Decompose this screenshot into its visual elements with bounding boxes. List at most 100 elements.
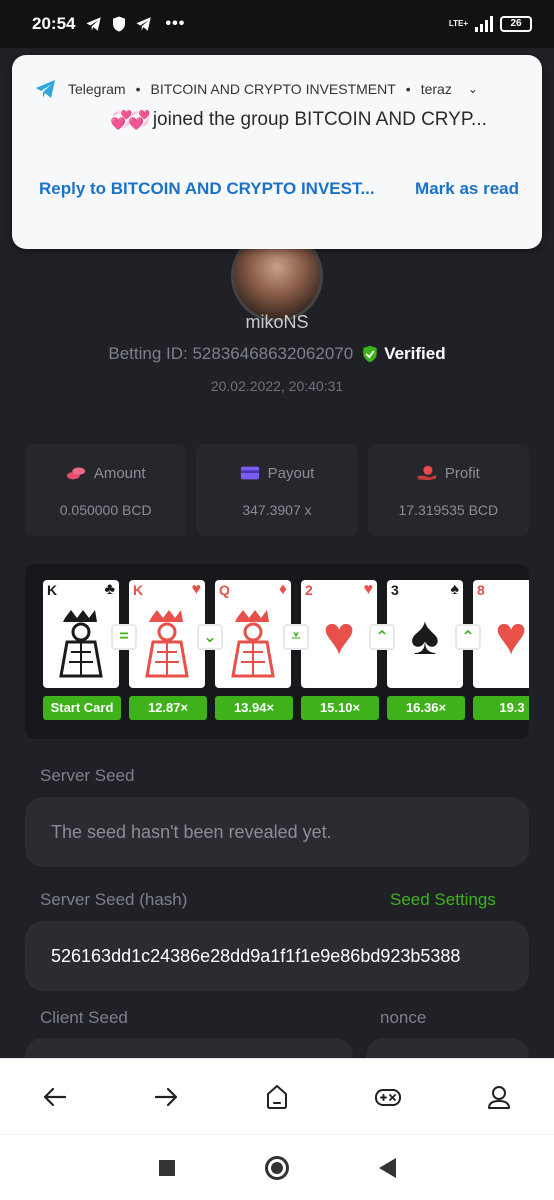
gamepad-icon <box>374 1088 401 1106</box>
stats-row: Amount 0.050000 BCD Payout 347.3907 x Pr… <box>25 444 529 536</box>
forward-button[interactable] <box>146 1077 186 1117</box>
card-center-suit-icon: ♠ <box>410 606 440 666</box>
face-card-figure-icon <box>137 608 197 678</box>
amount-value: 0.050000 BCD <box>59 502 152 518</box>
user-icon <box>487 1085 510 1109</box>
face-card-figure-icon <box>51 608 111 678</box>
profit-value: 17.319535 BCD <box>398 502 499 518</box>
bottom-navigation <box>0 1058 554 1134</box>
card-rank: 3 <box>391 582 399 598</box>
notification-body: 💞💞 joined the group BITCOIN AND CRYP... <box>110 109 487 131</box>
card-rank: 8 <box>477 582 485 598</box>
payout-stat: Payout 347.3907 x <box>196 444 358 536</box>
separator-dot: • <box>405 81 411 97</box>
multiplier-badge: 19.3 <box>473 696 529 720</box>
telegram-icon <box>136 17 152 31</box>
reply-button[interactable]: Reply to BITCOIN AND CRYPTO INVEST... <box>39 179 375 199</box>
card-suit-icon: ♠ <box>450 581 460 598</box>
server-seed-field: The seed hasn't been revealed yet. <box>25 797 529 867</box>
multiplier-badge: Start Card <box>43 696 121 720</box>
telegram-icon <box>86 17 102 31</box>
multiplier-badge: 16.36× <box>387 696 465 720</box>
multiplier-badge: 13.94× <box>215 696 293 720</box>
betting-id: Betting ID: 52836468632062070 <box>108 344 354 363</box>
playing-card: K ♣ <box>43 580 119 688</box>
card-suit-icon: ♥ <box>191 581 202 598</box>
username: mikoNS <box>245 312 309 332</box>
nonce-label: nonce <box>380 1008 427 1027</box>
card-center-suit-icon: ♥ <box>322 606 356 666</box>
back-button[interactable] <box>35 1077 75 1117</box>
multiplier-badge: 15.10× <box>301 696 379 720</box>
server-seed-label: Server Seed <box>40 766 135 785</box>
guess-direction-icon: ⩡ <box>283 624 309 650</box>
client-seed-label: Client Seed <box>40 1008 128 1027</box>
verified-badge: Verified <box>361 344 446 364</box>
payout-label: Payout <box>267 464 315 482</box>
home-button[interactable] <box>257 1077 297 1117</box>
arrow-left-icon <box>44 1087 67 1106</box>
playing-card: 3 ♠ ♠ <box>387 580 463 688</box>
separator-dot: • <box>135 81 141 97</box>
playing-card: K ♥ <box>129 580 205 688</box>
notification-message: joined the group BITCOIN AND CRYP... <box>152 109 487 130</box>
card-step: K ♣ = Start Card <box>43 580 137 720</box>
guess-direction-icon: ⌃ <box>369 624 395 650</box>
card-track: K ♣ = Start Card K ♥ ⌄ 12.87× Q ♦ ⩡ 13.94× 2 ♥ ♥ ⌃ 15.10… <box>43 580 529 720</box>
status-icons <box>85 15 153 33</box>
card-rank: Q <box>219 582 230 598</box>
card-step: 3 ♠ ♠ ⌃ 16.36× <box>387 580 481 720</box>
telegram-app-icon <box>36 80 55 98</box>
card-rank: K <box>47 582 58 598</box>
expand-chevron-icon[interactable]: ⌄ <box>468 82 478 96</box>
notification-group: BITCOIN AND CRYPTO INVESTMENT <box>150 81 396 97</box>
games-button[interactable] <box>368 1077 408 1117</box>
profit-label: Profit <box>444 464 480 482</box>
server-hash-label: Server Seed (hash) <box>40 890 188 909</box>
more-notifications-icon: ••• <box>165 15 186 32</box>
multiplier-badge: 12.87× <box>129 696 207 720</box>
system-navigation <box>0 1134 554 1200</box>
card-step: 2 ♥ ♥ ⌃ 15.10× <box>301 580 395 720</box>
profit-hand-icon <box>417 465 436 481</box>
card-rank: 2 <box>305 582 313 598</box>
guess-direction-icon: ⌄ <box>197 624 223 650</box>
cards-history[interactable]: K ♣ = Start Card K ♥ ⌄ 12.87× Q ♦ ⩡ 13.94× 2 ♥ ♥ ⌃ 15.10… <box>25 564 529 739</box>
face-card-figure-icon <box>223 608 283 678</box>
network-type: LTE+ <box>448 19 468 28</box>
amount-stat: Amount 0.050000 BCD <box>25 444 187 536</box>
betting-id-row: Betting ID: 52836468632062070 Verified <box>0 344 554 364</box>
client-seed-field[interactable] <box>25 1038 353 1058</box>
system-back-button[interactable] <box>378 1157 396 1178</box>
verified-label: Verified <box>384 344 446 363</box>
battery-icon: 26 <box>500 16 532 32</box>
server-hash-field[interactable]: 526163dd1c24386e28dd9a1f1f1e9e86bd923b53… <box>25 921 529 991</box>
notification-time: teraz <box>420 81 452 97</box>
shield-icon <box>113 16 126 32</box>
notification-header: Telegram • BITCOIN AND CRYPTO INVESTMENT… <box>34 77 478 101</box>
card-rank: K <box>133 582 144 598</box>
coins-icon <box>66 467 85 480</box>
recents-button[interactable] <box>158 1159 175 1176</box>
card-suit-icon: ♥ <box>363 581 374 598</box>
card-suit-icon: ♣ <box>104 581 116 598</box>
verified-shield-icon <box>363 345 377 363</box>
clock: 20:54 <box>32 14 76 33</box>
bet-datetime: 20.02.2022, 20:40:31 <box>210 378 344 394</box>
card-center-suit-icon: ♥ <box>494 606 528 666</box>
card-icon <box>240 466 259 480</box>
telegram-notification[interactable]: Telegram • BITCOIN AND CRYPTO INVESTMENT… <box>12 55 542 249</box>
profile-button[interactable] <box>479 1077 519 1117</box>
payout-value: 347.3907 x <box>242 502 312 518</box>
system-home-button[interactable] <box>264 1155 289 1180</box>
nonce-field[interactable] <box>366 1038 529 1058</box>
mark-as-read-button[interactable]: Mark as read <box>415 179 519 199</box>
amount-label: Amount <box>93 464 146 482</box>
playing-card: 8♥♥ <box>473 580 529 688</box>
playing-card: Q ♦ <box>215 580 291 688</box>
seed-settings-link[interactable]: Seed Settings <box>390 890 496 910</box>
status-right: LTE+ 26 <box>449 16 532 32</box>
playing-card: 2 ♥ ♥ <box>301 580 377 688</box>
card-step: Q ♦ ⩡ 13.94× <box>215 580 309 720</box>
home-icon <box>266 1084 287 1109</box>
